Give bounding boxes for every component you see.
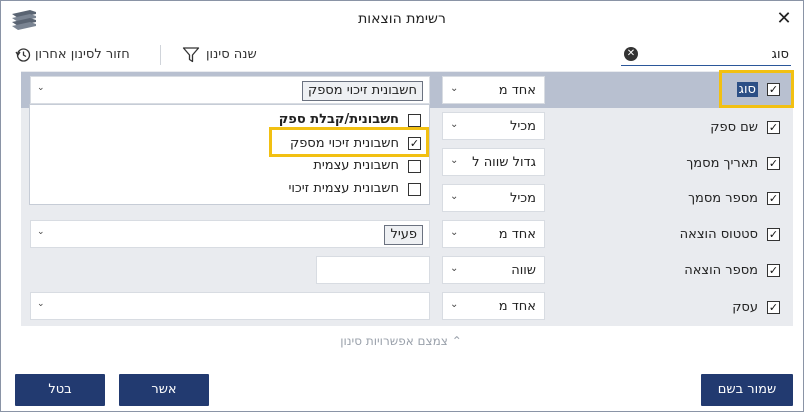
row-label-supplier: שם ספק [710,120,758,135]
collapse-label: צמצם אפשרויות סינון [340,334,448,348]
expenses-filter-dialog: רשימת הוצאות ✕ חזור לסינון אחרון שנה סינ… [0,0,804,412]
clear-search-icon[interactable]: ✕ [624,47,638,61]
value-field-status[interactable]: ⌄ פעיל [30,220,430,248]
change-filter-button[interactable]: שנה סינון [182,46,264,66]
window-title: רשימת הוצאות [358,11,446,27]
change-filter-label: שנה סינון [206,47,257,62]
reset-filter-button[interactable]: חזור לסינון אחרון [15,46,165,66]
collapse-filter-options-link[interactable]: ⌃ צמצם אפשרויות סינון [301,334,501,348]
search-input[interactable] [621,44,791,66]
operator-select-business[interactable]: אחד מ ⌄ [442,292,545,320]
option-label: חשבונית עצמית זיכוי [288,181,399,196]
row-checkbox-supplier[interactable]: ✓ [767,121,780,134]
highlight-option [269,127,429,157]
reset-filter-label: חזור לסינון אחרון [35,47,130,62]
row-checkbox-doc-date[interactable]: ✓ [767,157,780,170]
row-label-doc-number: מספר מסמך [688,191,758,206]
chevron-down-icon: ⌄ [450,155,459,166]
row-label-status: סטטוס הוצאה [679,227,758,242]
value-chip-type[interactable]: חשבונית זיכוי מספק [301,81,423,101]
row-label-business: עסק [732,300,758,315]
operator-value: מכיל [510,119,536,134]
chevron-up-icon: ⌃ [451,334,462,348]
chevron-down-icon: ⌄ [450,227,459,238]
option-label: חשבונית עצמית [313,158,399,173]
row-label-doc-date: תאריך מסמך [686,156,758,171]
option-item[interactable]: חשבונית עצמית זיכוי [61,180,421,200]
option-checkbox[interactable] [408,183,421,196]
operator-select-expense-number[interactable]: שווה ⌄ [442,256,545,284]
close-icon[interactable]: ✕ [773,8,795,30]
operator-value: שווה [511,263,536,278]
operator-value: אחד מ [498,83,536,98]
row-checkbox-business[interactable]: ✓ [767,301,780,314]
row-checkbox-expense-number[interactable]: ✓ [767,264,780,277]
chevron-down-icon: ⌄ [450,83,459,94]
operator-select-doc-date[interactable]: גדול שווה ל ⌄ [442,148,545,176]
chevron-down-icon: ⌄ [37,83,45,93]
filter-icon [182,47,200,63]
row-checkbox-status[interactable]: ✓ [767,228,780,241]
operator-value: גדול שווה ל [472,155,536,170]
confirm-button[interactable]: אשר [119,374,209,406]
toolbar-divider [160,45,161,65]
value-chip-status[interactable]: פעיל [384,225,423,245]
option-label: חשבונית/קבלת ספק [278,112,399,127]
operator-select-type[interactable]: אחד מ ⌄ [442,76,545,104]
option-checkbox[interactable] [408,114,421,127]
save-as-button[interactable]: שמור בשם [701,374,793,406]
operator-value: מכיל [510,191,536,206]
operator-value: אחד מ [498,227,536,242]
value-field-business[interactable]: ⌄ [30,292,430,320]
option-checkbox[interactable] [408,160,421,173]
option-item[interactable]: חשבונית עצמית [61,157,421,177]
chevron-down-icon: ⌄ [450,191,459,202]
operator-select-supplier[interactable]: מכיל ⌄ [442,112,545,140]
cancel-button[interactable]: בטל [15,374,105,406]
operator-select-doc-number[interactable]: מכיל ⌄ [442,184,545,212]
chevron-down-icon: ⌄ [450,263,459,274]
operator-value: אחד מ [498,299,536,314]
operator-select-status[interactable]: אחד מ ⌄ [442,220,545,248]
chevron-down-icon: ⌄ [450,119,459,130]
history-icon [15,48,31,62]
row-checkbox-doc-number[interactable]: ✓ [767,192,780,205]
chevron-down-icon: ⌄ [450,299,459,310]
value-input-expense-number[interactable] [316,256,430,284]
chevron-down-icon: ⌄ [37,299,45,309]
chevron-down-icon: ⌄ [37,227,45,237]
row-label-expense-number: מספר הוצאה [684,263,758,278]
highlight-row-type [719,70,794,108]
value-field-type[interactable]: ⌄ חשבונית זיכוי מספק [30,76,430,104]
